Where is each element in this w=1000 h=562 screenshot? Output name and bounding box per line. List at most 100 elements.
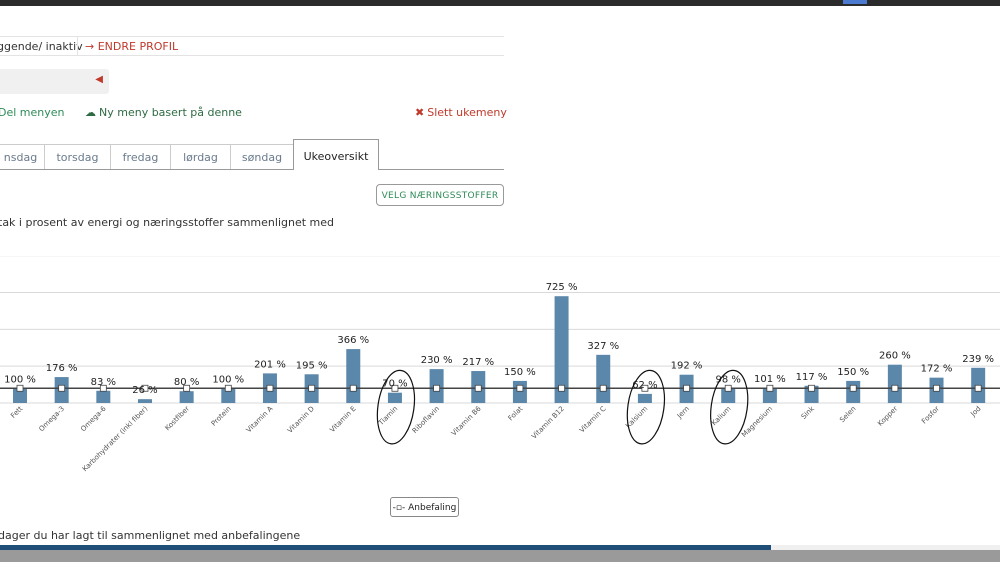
bar bbox=[846, 380, 861, 403]
bar bbox=[137, 399, 152, 403]
value-label: 366 % bbox=[337, 335, 369, 346]
value-label: 217 % bbox=[462, 357, 494, 368]
value-label: 195 % bbox=[296, 360, 328, 371]
chart-description: tak i prosent av energi og næringsstoffe… bbox=[0, 216, 334, 229]
x-tick-label: Magnesium bbox=[740, 405, 774, 439]
value-label: 150 % bbox=[504, 367, 536, 378]
value-label: 100 % bbox=[4, 374, 36, 385]
new-menu-link[interactable]: ☁ Ny meny basert på denne bbox=[85, 106, 242, 119]
bar bbox=[387, 392, 402, 403]
bar bbox=[887, 364, 902, 403]
tab-fredag[interactable]: fredag bbox=[110, 144, 171, 169]
value-label: 260 % bbox=[879, 351, 911, 362]
bar bbox=[179, 391, 194, 403]
recommendation-marker bbox=[224, 384, 232, 392]
footer-description: dager du har lagt til sammenlignet med a… bbox=[0, 529, 301, 542]
share-menu-label: Del menyen bbox=[0, 106, 65, 119]
bar bbox=[512, 380, 527, 403]
x-tick-label: Vitamin C bbox=[578, 405, 608, 435]
tab-sondag[interactable]: søndag bbox=[230, 144, 294, 169]
value-label: 26 % bbox=[132, 385, 157, 396]
nutrient-bar-chart: 100 % 176 % 83 % 26 % 80 % 100 % 201 % 195 % 366… bbox=[0, 256, 1000, 473]
recommendation-marker bbox=[933, 384, 940, 392]
recommendation-marker bbox=[58, 384, 66, 392]
recommendation-marker bbox=[266, 384, 274, 392]
recommendation-marker bbox=[808, 384, 815, 392]
x-tick-label: Selen bbox=[838, 405, 857, 424]
cloud-icon: ☁ bbox=[85, 106, 96, 119]
tab-onsdag[interactable]: nsdag bbox=[0, 144, 45, 169]
value-label: 101 % bbox=[754, 374, 786, 385]
day-tabs: nsdag torsdag fredag lørdag søndag Ukeov… bbox=[0, 139, 504, 170]
x-tick-label: Jern bbox=[675, 405, 691, 421]
value-label: 176 % bbox=[46, 363, 78, 374]
x-tick-label: Vitamin D bbox=[286, 405, 316, 435]
bar bbox=[96, 390, 111, 403]
value-label: 201 % bbox=[254, 359, 286, 370]
recommendation-marker bbox=[308, 384, 316, 392]
tab-lordag[interactable]: lørdag bbox=[170, 144, 231, 169]
close-icon: ✖ bbox=[415, 106, 425, 119]
x-tick-label: Folat bbox=[507, 405, 525, 423]
x-tick-label: Protein bbox=[210, 405, 233, 428]
select-nutrients-button[interactable]: VELG NÆRINGSSTOFFER bbox=[376, 184, 504, 206]
browser-top-indicator bbox=[843, 0, 867, 4]
x-tick-label: Vitamin B12 bbox=[530, 405, 566, 441]
edit-profile-link[interactable]: → ENDRE PROFIL bbox=[85, 40, 178, 53]
x-tick-label: Fosfor bbox=[920, 405, 941, 426]
bar bbox=[637, 393, 652, 403]
bar bbox=[346, 349, 361, 403]
value-label: 239 % bbox=[962, 354, 994, 365]
recommendation-marker bbox=[349, 384, 357, 392]
recommendation-marker bbox=[16, 384, 24, 392]
delete-menu-label: Slett ukemeny bbox=[427, 106, 507, 119]
value-label: 725 % bbox=[546, 282, 578, 293]
value-label: 80 % bbox=[174, 377, 199, 388]
value-label: 192 % bbox=[671, 361, 703, 372]
x-tick-label: Tiamin bbox=[376, 405, 399, 428]
x-tick-label: Vitamin E bbox=[328, 405, 357, 434]
recommendation-marker bbox=[558, 384, 565, 392]
legend-recommendation[interactable]: -▫- Anbefaling bbox=[390, 497, 459, 517]
x-tick-label: Sink bbox=[800, 404, 817, 421]
legend-label: Anbefaling bbox=[408, 503, 457, 513]
x-tick-label: Vitamin B6 bbox=[450, 404, 483, 437]
x-tick-label: Riboflavin bbox=[411, 405, 441, 435]
caret-left-icon: ◀ bbox=[95, 74, 103, 85]
value-label: 327 % bbox=[587, 341, 619, 352]
new-menu-label: Ny meny basert på denne bbox=[99, 106, 242, 119]
share-menu-link[interactable]: Del menyen bbox=[0, 106, 65, 119]
tab-torsdag[interactable]: torsdag bbox=[44, 144, 111, 169]
value-label: 230 % bbox=[421, 355, 453, 366]
tab-ukeoversikt[interactable]: Ukeoversikt bbox=[293, 139, 379, 170]
x-tick-label: Fett bbox=[9, 405, 24, 420]
profile-row: ggende/ inaktiv → ENDRE PROFIL bbox=[0, 36, 504, 56]
recommendation-marker bbox=[766, 384, 774, 392]
value-label: 100 % bbox=[212, 374, 244, 385]
delete-menu-link[interactable]: ✖ Slett ukemeny bbox=[415, 106, 507, 119]
profile-status: ggende/ inaktiv bbox=[0, 40, 83, 53]
recommendation-marker bbox=[516, 384, 524, 392]
value-label: 150 % bbox=[837, 367, 869, 378]
menu-select[interactable]: ◀ bbox=[0, 69, 109, 94]
recommendation-marker bbox=[474, 384, 482, 392]
horizontal-scrollbar[interactable] bbox=[0, 550, 1000, 562]
x-tick-label: Kopper bbox=[876, 405, 899, 428]
recommendation-marker bbox=[891, 384, 899, 392]
x-tick-label: Kostfiber bbox=[164, 405, 192, 433]
x-tick-label: Vitamin A bbox=[245, 405, 275, 435]
profile-divider bbox=[77, 37, 78, 55]
recommendation-marker bbox=[599, 384, 607, 392]
x-tick-label: Jod bbox=[969, 405, 983, 419]
tabs-baseline bbox=[0, 169, 504, 170]
x-tick-label: Omega-3 bbox=[38, 405, 67, 434]
recommendation-marker bbox=[433, 384, 441, 392]
value-label: 172 % bbox=[921, 364, 953, 375]
recommendation-marker bbox=[683, 384, 690, 392]
bar bbox=[596, 354, 611, 403]
recommendation-marker bbox=[849, 384, 857, 392]
recommendation-marker bbox=[974, 384, 982, 392]
legend-line-marker-icon: -▫- bbox=[392, 503, 406, 513]
value-label: 83 % bbox=[91, 377, 116, 388]
value-label: 117 % bbox=[796, 372, 828, 383]
